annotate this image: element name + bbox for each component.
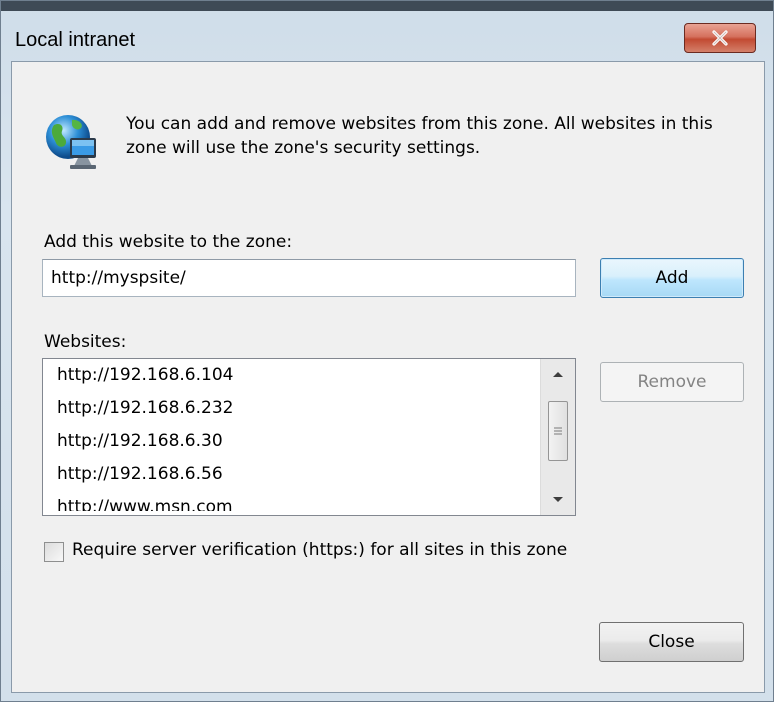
- arrow-up-icon: [553, 372, 563, 377]
- scroll-thumb[interactable]: [548, 401, 568, 461]
- window-title: Local intranet: [15, 29, 136, 51]
- add-website-label: Add this website to the zone:: [44, 232, 293, 252]
- add-button[interactable]: Add: [600, 258, 744, 298]
- list-item[interactable]: http://192.168.6.30: [43, 425, 539, 458]
- add-website-input[interactable]: [42, 259, 576, 297]
- grip-icon: [554, 427, 562, 435]
- list-item[interactable]: http://192.168.6.56: [43, 458, 539, 491]
- close-button[interactable]: Close: [599, 622, 744, 662]
- info-text: You can add and remove websites from thi…: [126, 114, 713, 158]
- websites-list[interactable]: http://192.168.6.104 http://192.168.6.23…: [42, 358, 576, 516]
- arrow-down-icon: [553, 497, 563, 502]
- websites-list-items: http://192.168.6.104 http://192.168.6.23…: [43, 359, 539, 515]
- title-bar[interactable]: Local intranet: [1, 11, 774, 63]
- remove-button[interactable]: Remove: [600, 362, 744, 402]
- websites-label: Websites:: [44, 332, 127, 352]
- list-item[interactable]: http://192.168.6.232: [43, 392, 539, 425]
- websites-scrollbar[interactable]: [540, 359, 575, 515]
- background-blur: [151, 37, 661, 47]
- dialog-client-area: You can add and remove websites from thi…: [11, 61, 765, 693]
- window-close-button[interactable]: [684, 23, 756, 53]
- scroll-down-button[interactable]: [541, 485, 575, 515]
- close-icon: [712, 30, 728, 46]
- list-item[interactable]: http://192.168.6.104: [43, 359, 539, 392]
- require-verification-checkbox[interactable]: [44, 542, 64, 562]
- globe-computer-icon: [46, 115, 96, 169]
- require-verification-label[interactable]: Require server verification (https:) for…: [72, 540, 567, 560]
- dialog-window: Local intranet You can add and remove we…: [0, 0, 774, 702]
- scroll-up-button[interactable]: [541, 359, 575, 389]
- list-item[interactable]: http://www.msn.com: [43, 491, 539, 511]
